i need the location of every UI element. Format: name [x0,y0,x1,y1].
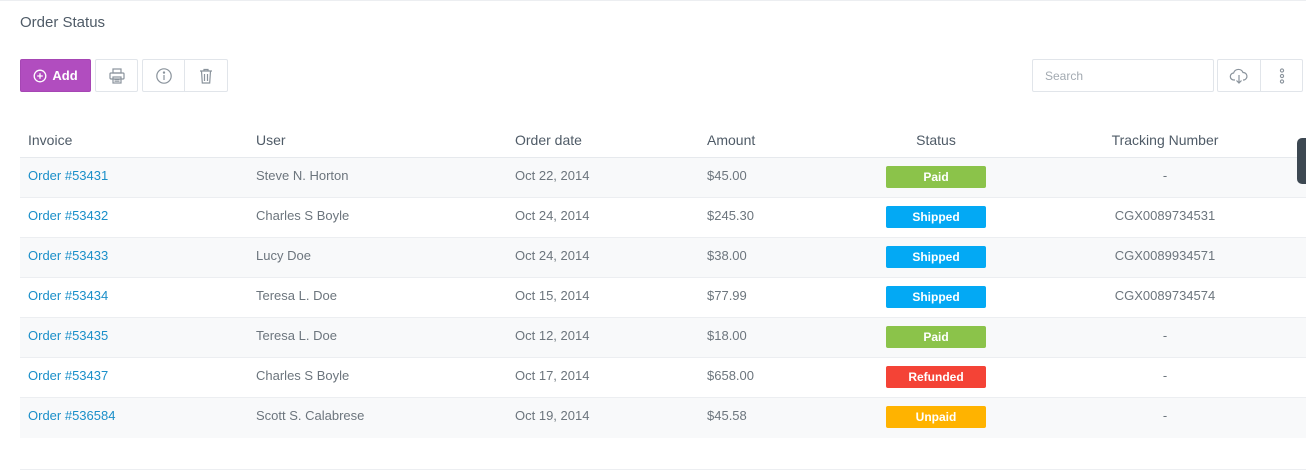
amount-cell: $245.30 [707,208,754,223]
more-vertical-icon [1279,67,1285,85]
info-icon [155,67,173,85]
order-date-cell: Oct 24, 2014 [515,248,590,263]
download-button[interactable] [1217,59,1261,92]
user-cell: Steve N. Horton [256,168,349,183]
order-date-cell: Oct 15, 2014 [515,288,590,303]
table-row: Order #53433 Lucy Doe Oct 24, 2014 $38.0… [20,238,1306,278]
amount-cell: $45.58 [707,408,747,423]
column-header-order-date[interactable]: Order date [515,132,582,148]
invoice-link[interactable]: Order #53437 [28,368,108,383]
invoice-link[interactable]: Order #53435 [28,328,108,343]
amount-cell: $77.99 [707,288,747,303]
status-badge: Unpaid [886,406,986,428]
delete-button[interactable] [185,59,228,92]
tracking-number-cell: - [1162,368,1168,383]
more-options-button[interactable] [1261,59,1303,92]
order-date-cell: Oct 22, 2014 [515,168,590,183]
status-badge: Paid [886,326,986,348]
order-status-card: Order Status Add Search Invoice User Ord… [0,0,1306,472]
add-button[interactable]: Add [20,59,91,92]
status-badge: Shipped [886,206,986,228]
cloud-download-icon [1229,68,1249,84]
user-cell: Scott S. Calabrese [256,408,365,423]
table-row: Order #536584 Scott S. Calabrese Oct 19,… [20,398,1306,438]
order-date-cell: Oct 12, 2014 [515,328,590,343]
search-input[interactable] [1032,59,1214,92]
amount-cell: $38.00 [707,248,747,263]
tracking-number-cell: - [1162,168,1168,183]
invoice-link[interactable]: Order #53431 [28,168,108,183]
order-date-cell: Oct 17, 2014 [515,368,590,383]
table-row: Order #53437 Charles S Boyle Oct 17, 201… [20,358,1306,398]
amount-cell: $658.00 [707,368,754,383]
print-button[interactable] [95,59,138,92]
side-panel-toggle[interactable] [1297,138,1306,184]
orders-table-body: Order #53431 Steve N. Horton Oct 22, 201… [20,158,1306,438]
table-row: Order #53435 Teresa L. Doe Oct 12, 2014 … [20,318,1306,358]
column-header-tracking[interactable]: Tracking Number [1065,132,1265,148]
amount-cell: $18.00 [707,328,747,343]
user-cell: Charles S Boyle [256,368,350,383]
column-header-invoice[interactable]: Invoice [28,132,72,148]
invoice-link[interactable]: Order #53434 [28,288,108,303]
info-button[interactable] [142,59,185,92]
table-row: Order #53431 Steve N. Horton Oct 22, 201… [20,158,1306,198]
status-badge: Refunded [886,366,986,388]
invoice-link[interactable]: Order #53432 [28,208,108,223]
export-menu-group [1217,59,1303,92]
column-header-status[interactable]: Status [886,132,986,148]
tracking-number-cell: CGX0089934571 [1114,248,1216,263]
add-button-label: Add [52,68,78,83]
order-date-cell: Oct 24, 2014 [515,208,590,223]
status-badge: Shipped [886,286,986,308]
status-badge: Shipped [886,246,986,268]
plus-circle-icon [33,69,47,83]
user-cell: Teresa L. Doe [256,288,337,303]
column-header-user[interactable]: User [256,132,286,148]
tracking-number-cell: CGX0089734574 [1114,288,1216,303]
amount-cell: $45.00 [707,168,747,183]
tracking-number-cell: - [1162,408,1168,423]
table-row: Order #53432 Charles S Boyle Oct 24, 201… [20,198,1306,238]
user-cell: Charles S Boyle [256,208,350,223]
tracking-number-cell: CGX0089734531 [1114,208,1216,223]
card-title: Order Status [20,14,106,31]
toolbar: Add [20,59,228,92]
tracking-number-cell: - [1162,328,1168,343]
invoice-link[interactable]: Order #536584 [28,408,115,423]
printer-icon [108,67,126,85]
table-bottom-divider [20,469,1306,470]
invoice-link[interactable]: Order #53433 [28,248,108,263]
status-badge: Paid [886,166,986,188]
user-cell: Lucy Doe [256,248,311,263]
user-cell: Teresa L. Doe [256,328,337,343]
table-header: Invoice User Order date Amount Status Tr… [20,122,1306,158]
table-row: Order #53434 Teresa L. Doe Oct 15, 2014 … [20,278,1306,318]
column-header-amount[interactable]: Amount [707,132,755,148]
info-delete-group [142,59,228,92]
trash-icon [198,67,214,85]
order-date-cell: Oct 19, 2014 [515,408,590,423]
